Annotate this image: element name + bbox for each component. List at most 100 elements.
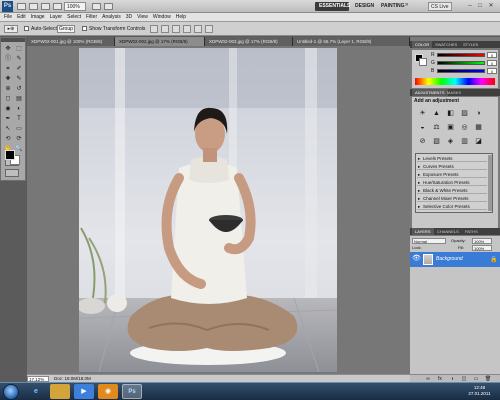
vibrance-icon[interactable]: ◑ <box>474 109 483 118</box>
arrange-documents-icon[interactable] <box>92 3 101 10</box>
preset-item[interactable]: ▸ Channel Mixer Presets <box>417 195 487 202</box>
document-image[interactable] <box>79 48 337 372</box>
align-hcenter-icon[interactable] <box>194 25 202 33</box>
blend-mode-select[interactable]: Normal <box>412 238 446 244</box>
screen-mode-button[interactable] <box>5 169 19 177</box>
canvas-area[interactable] <box>27 46 410 374</box>
channel-r-value[interactable]: 0 <box>487 52 497 58</box>
tab-layers[interactable]: LAYERS <box>412 228 434 235</box>
color-spectrum-bar[interactable] <box>415 78 495 85</box>
photoshop-icon[interactable]: Ps <box>122 384 142 399</box>
align-vcenter-icon[interactable] <box>161 25 169 33</box>
auto-select-target-select[interactable]: Group <box>57 25 75 33</box>
menu-view[interactable]: View <box>137 13 148 21</box>
tab-masks[interactable]: MASKS <box>444 89 464 96</box>
zoom-level-select[interactable]: 100% <box>64 2 86 11</box>
clone-stamp-icon[interactable]: ⊕ <box>3 85 13 93</box>
threshold-icon[interactable]: ◈ <box>446 137 455 146</box>
document-tab-active[interactable]: XDPW02-002.jpg @ 17% (RGB/8) <box>115 37 205 46</box>
cs-live-button[interactable]: CS Live <box>428 2 452 11</box>
curves-icon[interactable]: ◧ <box>446 109 455 118</box>
menu-filter[interactable]: Filter <box>86 13 97 21</box>
brush-icon[interactable]: ✎ <box>14 75 24 83</box>
menu-select[interactable]: Select <box>67 13 81 21</box>
menu-layer[interactable]: Layer <box>50 13 63 21</box>
lasso-icon[interactable]: ⓛ <box>3 55 13 63</box>
close-button[interactable]: ✕ <box>487 2 495 10</box>
preset-item[interactable]: ▸ Black & White Presets <box>417 187 487 194</box>
show-transform-checkbox[interactable] <box>82 26 87 31</box>
align-bottom-icon[interactable] <box>172 25 180 33</box>
preset-item[interactable]: ▸ Hue/Saturation Presets <box>417 179 487 186</box>
workspace-painting[interactable]: PAINTING <box>377 2 409 11</box>
channel-r-slider[interactable] <box>437 53 485 57</box>
history-brush-icon[interactable]: ↺ <box>14 85 24 93</box>
view-extras-icon[interactable] <box>41 3 50 10</box>
menu-window[interactable]: Window <box>153 13 171 21</box>
document-tab[interactable]: XDPW02-001.jpg @ 100% (RGB/8) <box>27 37 115 46</box>
eyedropper-icon[interactable]: ✐ <box>14 65 24 73</box>
color-balance-icon[interactable]: ⚖ <box>432 123 441 132</box>
opacity-field[interactable]: 100% <box>472 238 492 244</box>
launch-bridge-icon[interactable] <box>17 3 26 10</box>
firefox-icon[interactable]: ◉ <box>98 384 118 399</box>
tool-preset-picker[interactable]: ▸⊕ <box>4 25 18 33</box>
workspace-essentials[interactable]: ESSENTIALS <box>315 2 350 11</box>
menu-analysis[interactable]: Analysis <box>102 13 121 21</box>
preset-item[interactable]: ▸ Selective Color Presets <box>417 203 487 210</box>
preset-item[interactable]: ▸ Exposure Presets <box>417 171 487 178</box>
hue-saturation-icon[interactable]: ◒ <box>418 123 427 132</box>
tab-channels[interactable]: CHANNELS <box>434 228 462 235</box>
tab-paths[interactable]: PATHS <box>462 228 481 235</box>
selective-color-icon[interactable]: ◪ <box>474 137 483 146</box>
menu-file[interactable]: File <box>4 13 12 21</box>
start-button[interactable] <box>3 384 19 400</box>
posterize-icon[interactable]: ▧ <box>432 137 441 146</box>
gradient-map-icon[interactable]: ▥ <box>460 137 469 146</box>
system-clock[interactable]: 12:48 27.01.2011 <box>461 385 498 397</box>
pen-icon[interactable]: ✒ <box>3 115 13 123</box>
document-tab[interactable]: Untitled-1 @ 66.7% (Layer 1, RGB/8) <box>293 37 410 46</box>
preset-item[interactable]: ▸ Curves Presets <box>417 163 487 170</box>
media-player-icon[interactable]: ▶ <box>74 384 94 399</box>
exposure-icon[interactable]: ▨ <box>460 109 469 118</box>
channel-mixer-icon[interactable]: ▦ <box>474 123 483 132</box>
move-icon[interactable]: ✥ <box>3 45 13 53</box>
channel-g-value[interactable]: 0 <box>487 60 497 66</box>
channel-b-value[interactable]: 0 <box>487 68 497 74</box>
levels-icon[interactable]: ▲ <box>432 109 441 118</box>
foreground-color-swatch[interactable] <box>5 150 15 160</box>
quick-select-icon[interactable]: ✎ <box>14 55 24 63</box>
workspace-design[interactable]: DESIGN <box>351 2 378 11</box>
document-tab[interactable]: XDPW02-003.jpg @ 17% (RGB/8) <box>205 37 293 46</box>
path-select-icon[interactable]: ↖ <box>3 125 13 133</box>
ie-icon[interactable]: e <box>26 384 46 399</box>
brightness-contrast-icon[interactable]: ☀ <box>418 109 427 118</box>
explorer-icon[interactable] <box>50 384 70 399</box>
color-bg-swatch[interactable] <box>419 58 427 66</box>
more-workspaces-button[interactable]: » <box>405 2 408 8</box>
zoom-icon[interactable]: 🔍 <box>14 145 24 153</box>
3d-rotate-icon[interactable]: ⟲ <box>3 135 13 143</box>
tab-swatches[interactable]: SWATCHES <box>432 41 460 48</box>
align-right-icon[interactable] <box>205 25 213 33</box>
photo-filter-icon[interactable]: ◎ <box>460 123 469 132</box>
eraser-icon[interactable]: ◻ <box>3 95 13 103</box>
hand-tool-icon[interactable] <box>53 3 62 10</box>
layer-row-background[interactable]: 👁 Background 🔒 <box>410 252 500 267</box>
channel-g-slider[interactable] <box>437 61 485 65</box>
shape-icon[interactable]: ▭ <box>14 125 24 133</box>
menu-help[interactable]: Help <box>176 13 186 21</box>
menu-edit[interactable]: Edit <box>17 13 26 21</box>
align-top-icon[interactable] <box>150 25 158 33</box>
launch-minibridge-icon[interactable] <box>29 3 38 10</box>
align-left-icon[interactable] <box>183 25 191 33</box>
blur-icon[interactable]: ◉ <box>3 105 13 113</box>
preset-item[interactable]: ▸ Levels Presets <box>417 155 487 162</box>
invert-icon[interactable]: ⊘ <box>418 137 427 146</box>
heal-icon[interactable]: ✚ <box>3 75 13 83</box>
tab-color[interactable]: COLOR <box>412 41 433 48</box>
tools-panel-grip[interactable] <box>1 38 25 42</box>
menu-image[interactable]: Image <box>31 13 45 21</box>
fill-field[interactable]: 100% <box>472 245 492 251</box>
